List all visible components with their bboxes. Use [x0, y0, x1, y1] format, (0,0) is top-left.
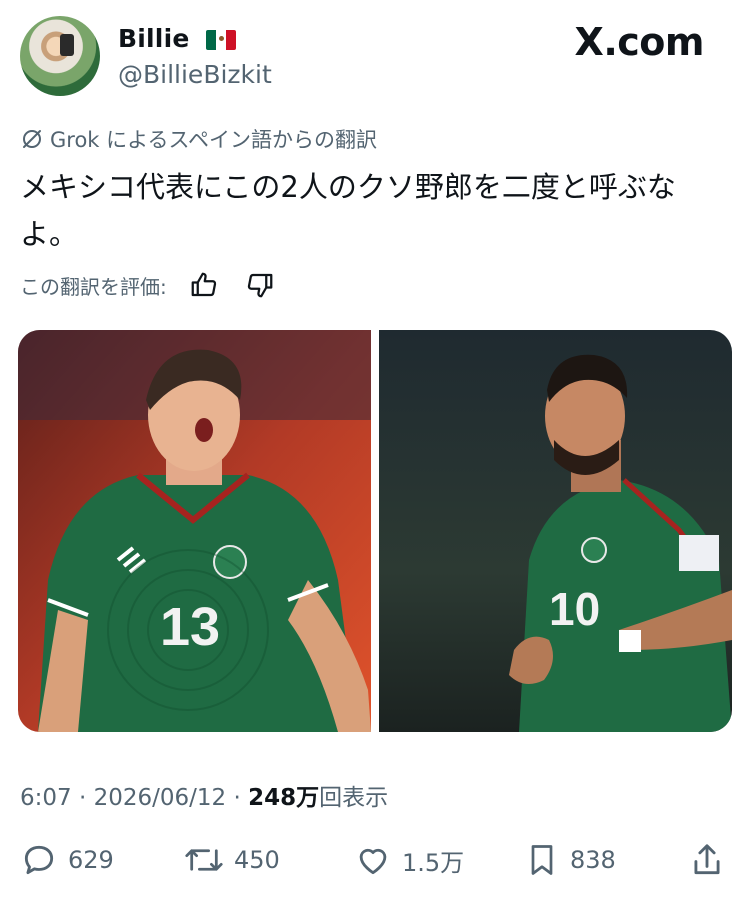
tweet-date[interactable]: 2026/06/12 [94, 785, 227, 811]
player-10-illustration: 10 [379, 330, 732, 732]
reply-button[interactable]: 629 [20, 836, 114, 884]
views-label: 回表示 [319, 785, 389, 811]
reply-count: 629 [68, 846, 114, 874]
photo-player-13[interactable]: 13 [18, 330, 371, 732]
site-logo: X.com [574, 20, 705, 64]
meta-separator: · [78, 785, 87, 811]
meta-separator: · [233, 785, 241, 811]
jersey-number-13: 13 [160, 597, 220, 657]
share-button[interactable] [688, 836, 736, 884]
repost-count: 450 [234, 846, 280, 874]
share-icon [694, 844, 720, 875]
bookmark-button[interactable]: 838 [524, 836, 616, 884]
action-bar: 629 450 1.5万 838 [20, 836, 730, 884]
thumbs-down-icon[interactable] [245, 270, 275, 300]
translation-notice[interactable]: Grok によるスペイン語からの翻訳 [20, 124, 377, 154]
media-grid: 13 10 [18, 330, 732, 732]
repost-button[interactable]: 450 [184, 836, 280, 884]
repost-icon [185, 849, 223, 871]
tweet-text: メキシコ代表にこの2人のクソ野郎を二度と呼ぶなよ。 [20, 170, 676, 251]
like-count: 1.5万 [402, 848, 465, 877]
mexico-flag-icon [206, 30, 237, 50]
tweet-time[interactable]: 6:07 [20, 785, 72, 811]
grok-icon [23, 130, 41, 148]
bookmark-count: 838 [570, 846, 616, 874]
avatar-phone-detail [60, 34, 74, 56]
tweet-meta: 6:07 · 2026/06/12 · 248万回表示 [20, 778, 388, 812]
thumbs-up-icon[interactable] [189, 270, 219, 300]
reply-icon [24, 845, 54, 875]
avatar[interactable] [20, 16, 100, 96]
views-count[interactable]: 248万 [248, 785, 319, 811]
rate-translation-label: この翻訳を評価: [20, 274, 167, 299]
bookmark-icon [531, 845, 553, 875]
like-button[interactable]: 1.5万 [354, 836, 464, 884]
user-handle[interactable]: @BillieBizkit [118, 60, 272, 89]
display-name[interactable]: Billie [118, 24, 190, 53]
display-name-row[interactable]: Billie [118, 24, 237, 53]
translation-label: Grok によるスペイン語からの翻訳 [50, 128, 378, 152]
player-13-illustration: 13 [18, 330, 371, 732]
photo-player-10[interactable]: 10 [379, 330, 732, 732]
heart-icon [359, 848, 387, 875]
rate-translation-row: この翻訳を評価: [20, 270, 275, 300]
jersey-number-10: 10 [549, 583, 600, 635]
